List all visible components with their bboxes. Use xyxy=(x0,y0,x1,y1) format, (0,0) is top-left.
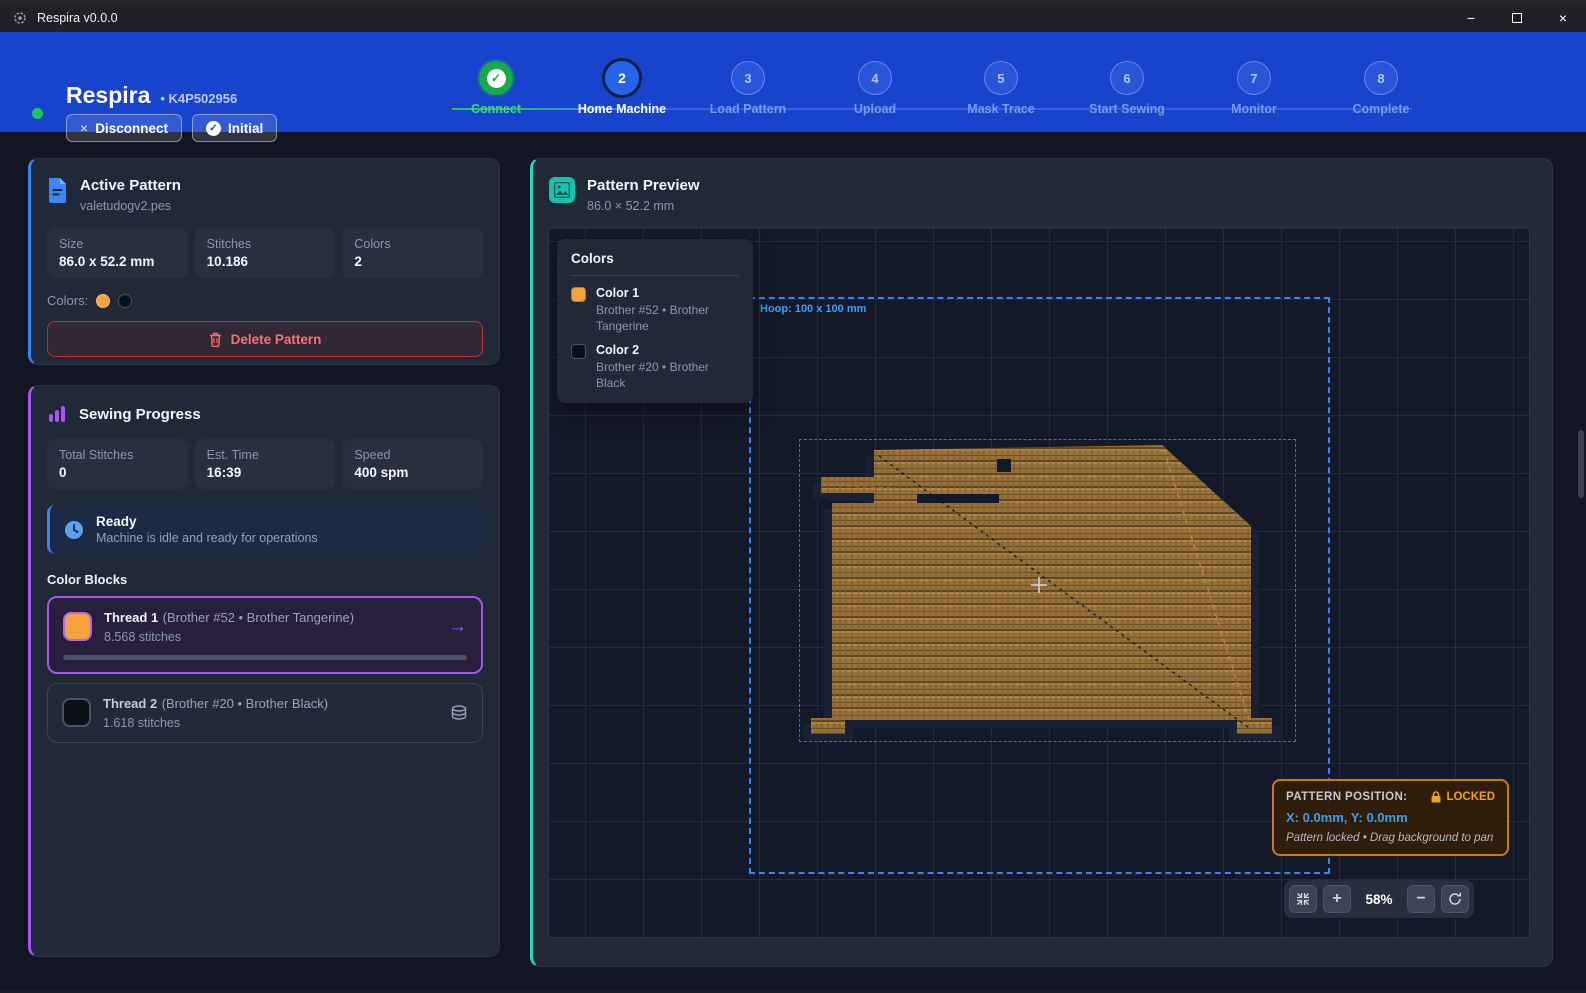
image-icon xyxy=(549,177,575,203)
delete-pattern-button[interactable]: Delete Pattern xyxy=(47,321,483,357)
status-title: Ready xyxy=(96,514,318,529)
thread-1-swatch xyxy=(63,612,92,641)
pattern-preview-card: Pattern Preview 86.0 × 52.2 mm Hoop: 100… xyxy=(530,158,1553,967)
lock-icon xyxy=(1431,791,1441,803)
step-done-icon: ✓ xyxy=(479,61,513,95)
pattern-dimensions: 86.0 × 52.2 mm xyxy=(587,199,700,213)
window-scrollbar[interactable] xyxy=(1578,430,1584,498)
pattern-position-overlay: PATTERN POSITION: LOCKED X: 0.0mm, Y: 0.… xyxy=(1272,779,1509,856)
colors-label: Colors: xyxy=(47,293,88,308)
color-blocks-label: Color Blocks xyxy=(47,572,483,587)
check-badge-icon: ✓ xyxy=(206,121,221,136)
colors-legend-panel: Colors Color 1 Brother #52 • Brother Tan… xyxy=(557,239,753,403)
maximize-icon xyxy=(1512,13,1522,23)
step-complete[interactable]: 8 Complete xyxy=(1318,61,1444,116)
thread-1-progress-bar xyxy=(63,655,467,660)
thread-1-stitches: 8.568 stitches xyxy=(104,630,354,644)
step-number: 6 xyxy=(1110,61,1144,95)
preview-canvas[interactable]: Hoop: 100 x 100 mm xyxy=(548,227,1530,938)
fit-view-button[interactable] xyxy=(1289,885,1317,913)
step-mask-trace[interactable]: 5 Mask Trace xyxy=(938,61,1064,116)
center-crosshair-icon xyxy=(1031,577,1047,593)
thread-1-item[interactable]: Thread 1 (Brother #52 • Brother Tangerin… xyxy=(47,596,483,674)
bar-chart-icon xyxy=(47,404,67,424)
app-icon xyxy=(12,10,28,26)
step-number: 2 xyxy=(602,58,642,98)
step-number: 7 xyxy=(1237,61,1271,95)
color-swatch-orange xyxy=(96,294,110,308)
stat-speed: Speed 400 spm xyxy=(342,439,483,489)
window-title: Respira v0.0.0 xyxy=(37,11,118,25)
step-number: 5 xyxy=(984,61,1018,95)
stat-total-stitches: Total Stitches 0 xyxy=(47,439,188,489)
minimize-button[interactable]: − xyxy=(1448,4,1494,32)
legend-swatch-black xyxy=(571,344,586,359)
thread-2-swatch xyxy=(62,698,91,727)
pattern-selection-box xyxy=(799,439,1296,742)
thread-2-stitches: 1.618 stitches xyxy=(103,716,328,730)
machine-serial: • K4P502956 xyxy=(160,91,237,106)
app-name: Respira xyxy=(66,82,150,109)
stat-est-time: Est. Time 16:39 xyxy=(195,439,336,489)
step-monitor[interactable]: 7 Monitor xyxy=(1191,61,1317,116)
card-title: Active Pattern xyxy=(80,177,181,194)
close-button[interactable]: × xyxy=(1540,4,1586,32)
legend-color-1: Color 1 Brother #52 • Brother Tangerine xyxy=(571,286,739,334)
zoom-out-button[interactable]: − xyxy=(1407,885,1435,913)
color-swatch-black xyxy=(118,294,132,308)
status-subtitle: Machine is idle and ready for operations xyxy=(96,531,318,545)
pan-hint: Pattern locked • Drag background to pan xyxy=(1286,832,1495,844)
legend-color-2: Color 2 Brother #20 • Brother Black xyxy=(571,343,739,391)
pattern-filename: valetudogv2.pes xyxy=(80,199,181,213)
disconnect-button[interactable]: × Disconnect xyxy=(66,114,182,142)
sewing-progress-card: Sewing Progress Total Stitches 0 Est. Ti… xyxy=(28,385,500,957)
zoom-toolbar: + 58% − xyxy=(1284,880,1474,918)
card-title: Sewing Progress xyxy=(79,406,201,423)
legend-swatch-orange xyxy=(571,287,586,302)
initial-button[interactable]: ✓ Initial xyxy=(192,114,277,142)
arrow-right-icon: → xyxy=(448,616,467,638)
step-home-machine[interactable]: 2 Home Machine xyxy=(559,61,685,116)
maximize-button[interactable] xyxy=(1494,4,1540,32)
pattern-coordinates: X: 0.0mm, Y: 0.0mm xyxy=(1286,810,1495,825)
step-upload[interactable]: 4 Upload xyxy=(812,61,938,116)
step-connect[interactable]: ✓ Connect xyxy=(433,61,559,116)
zoom-in-button[interactable]: + xyxy=(1323,885,1351,913)
stat-stitches: Stitches 10.186 xyxy=(195,228,336,278)
step-load-pattern[interactable]: 3 Load Pattern xyxy=(685,61,811,116)
machine-status-box: Ready Machine is idle and ready for oper… xyxy=(47,505,483,554)
step-number: 4 xyxy=(858,61,892,95)
step-number: 3 xyxy=(731,61,765,95)
thread-2-item[interactable]: Thread 2 (Brother #20 • Brother Black) 1… xyxy=(47,683,483,743)
trash-icon xyxy=(209,332,222,347)
stat-size: Size 86.0 x 52.2 mm xyxy=(47,228,188,278)
stat-colors: Colors 2 xyxy=(342,228,483,278)
titlebar: Respira v0.0.0 − × xyxy=(0,4,1586,32)
layers-icon xyxy=(450,704,468,722)
step-number: 8 xyxy=(1364,61,1398,95)
zoom-level: 58% xyxy=(1357,892,1401,907)
file-icon xyxy=(47,177,68,203)
active-pattern-card: Active Pattern valetudogv2.pes Size 86.0… xyxy=(28,158,500,365)
clock-icon xyxy=(64,520,84,540)
header: Respira • K4P502956 × Disconnect ✓ Initi… xyxy=(0,32,1586,132)
reset-view-button[interactable] xyxy=(1441,885,1469,913)
step-start-sewing[interactable]: 6 Start Sewing xyxy=(1064,61,1190,116)
close-icon: × xyxy=(80,120,88,136)
card-title: Pattern Preview xyxy=(587,177,700,194)
connection-status-dot xyxy=(32,108,43,119)
